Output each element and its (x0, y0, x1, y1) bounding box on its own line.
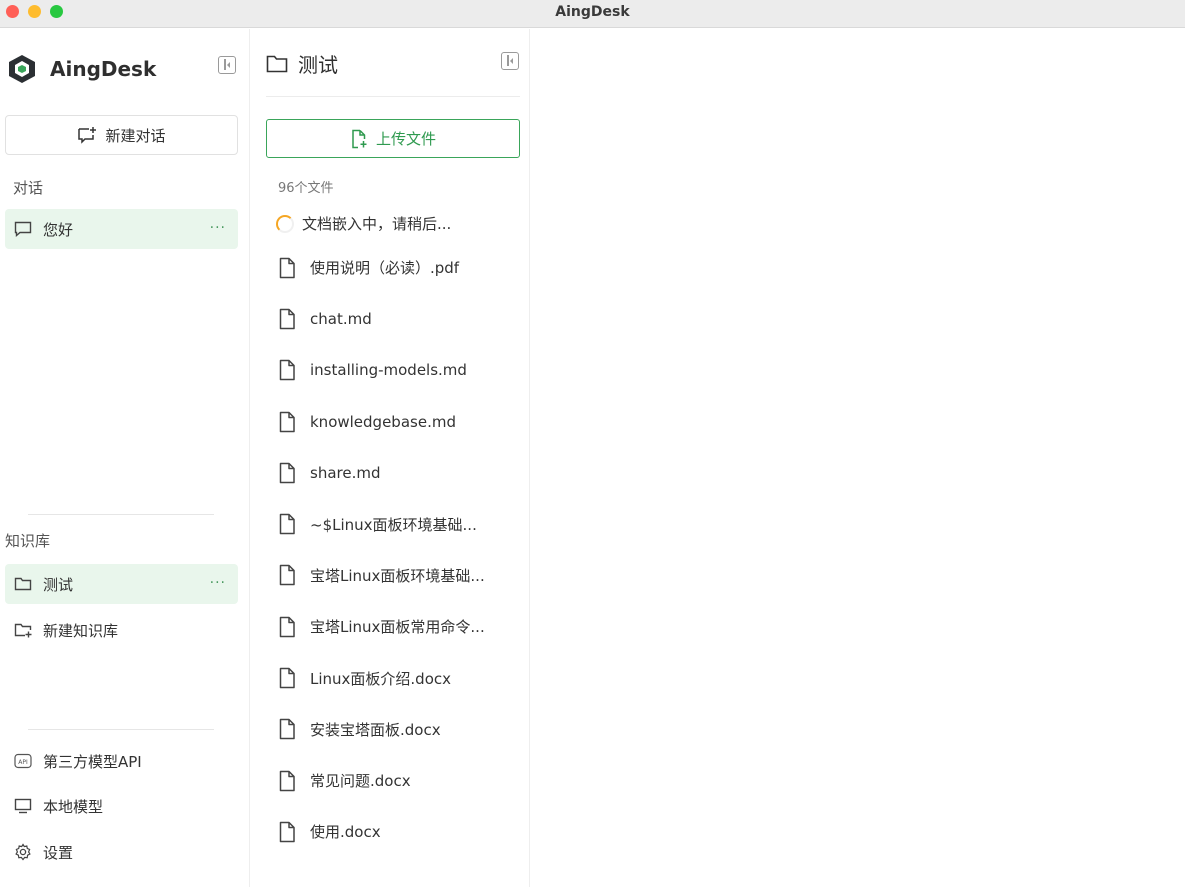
knowledge-base-item[interactable]: 测试 ··· (5, 564, 238, 604)
file-name: ~$Linux面板环境基础... (310, 515, 477, 534)
file-name: 宝塔Linux面板常用命令... (310, 618, 485, 637)
folder-icon (13, 574, 33, 594)
file-item[interactable]: Linux面板介绍.docx (276, 652, 526, 703)
app-window: AingDesk AingDesk 新建对话 对话 您好 ··· 知识库 测试 … (0, 0, 1185, 887)
embedding-status: 文档嵌入中，请稍后... (276, 213, 451, 234)
file-icon (279, 513, 295, 535)
file-item[interactable]: knowledgebase.md (276, 396, 526, 447)
main-content-area (531, 29, 1185, 887)
collapse-file-panel-icon[interactable] (501, 52, 519, 70)
file-icon (279, 565, 295, 586)
file-item[interactable]: share.md (276, 447, 526, 498)
knowledge-section-label: 知识库 (5, 532, 51, 550)
window-title: AingDesk (555, 4, 630, 20)
folder-icon (266, 55, 288, 72)
new-knowledge-base-button[interactable]: 新建知识库 (5, 610, 238, 650)
knowledge-base-label: 测试 (43, 575, 74, 594)
third-party-api-label: 第三方模型API (43, 752, 142, 771)
upload-file-button[interactable]: 上传文件 (266, 119, 520, 158)
file-name: 宝塔Linux面板环境基础... (310, 566, 485, 585)
file-upload-icon (352, 129, 367, 148)
file-item[interactable]: 宝塔Linux面板常用命令... (276, 601, 526, 652)
file-name: share.md (310, 463, 381, 482)
new-chat-label: 新建对话 (105, 126, 166, 145)
svg-text:API: API (18, 759, 28, 766)
file-name: Linux面板介绍.docx (310, 669, 452, 688)
file-item[interactable]: 宝塔Linux面板环境基础... (276, 550, 526, 601)
collapse-sidebar-icon[interactable] (218, 56, 236, 74)
third-party-api-button[interactable]: API 第三方模型API (5, 741, 238, 781)
file-name: 使用说明（必读）.pdf (310, 259, 460, 278)
file-icon (279, 770, 295, 791)
local-model-label: 本地模型 (43, 797, 104, 816)
title-bar: AingDesk (0, 0, 1185, 28)
file-panel-header: 测试 (266, 49, 338, 78)
bottom-divider (28, 729, 214, 730)
chat-bubble-icon (13, 219, 33, 239)
file-item[interactable]: installing-models.md (276, 345, 526, 396)
section-divider (28, 514, 214, 515)
new-chat-icon (78, 127, 97, 144)
sidebar: AingDesk 新建对话 对话 您好 ··· 知识库 测试 ··· 新建知识库… (0, 29, 250, 887)
upload-file-label: 上传文件 (375, 130, 436, 148)
file-list: 使用说明（必读）.pdf chat.md installing-models.md k… (276, 242, 526, 858)
file-panel-divider (266, 96, 520, 97)
knowledge-base-more-button[interactable]: ··· (210, 575, 226, 591)
local-model-button[interactable]: 本地模型 (5, 786, 238, 826)
file-item[interactable]: 使用说明（必读）.pdf (276, 242, 526, 293)
api-icon: API (13, 751, 33, 771)
file-icon (279, 821, 295, 843)
embedding-status-text: 文档嵌入中，请稍后... (302, 215, 452, 233)
file-icon (279, 257, 295, 278)
conversations-section-label: 对话 (13, 179, 44, 197)
file-panel-title: 测试 (298, 53, 338, 77)
file-item[interactable]: chat.md (276, 293, 526, 344)
file-name: 使用.docx (310, 823, 381, 842)
conversation-item[interactable]: 您好 ··· (5, 209, 238, 249)
monitor-icon (13, 796, 33, 816)
file-icon (279, 719, 295, 740)
file-icon (279, 411, 295, 432)
loading-spinner-icon (276, 214, 294, 233)
file-name: chat.md (310, 309, 372, 328)
file-name: 安装宝塔面板.docx (310, 720, 441, 739)
file-icon (279, 616, 295, 637)
file-icon (279, 462, 295, 484)
file-name: knowledgebase.md (310, 412, 456, 431)
file-count: 96个文件 (278, 181, 334, 196)
settings-button[interactable]: 设置 (5, 832, 238, 872)
folder-add-icon (13, 620, 33, 640)
conversation-label: 您好 (43, 220, 74, 239)
file-icon (279, 308, 295, 330)
aingdesk-logo-icon (9, 55, 35, 83)
brand-name: AingDesk (50, 57, 157, 81)
file-icon (279, 359, 295, 381)
gear-icon (13, 842, 33, 862)
file-name: 常见问题.docx (310, 772, 411, 791)
brand: AingDesk (6, 53, 156, 85)
file-item[interactable]: 常见问题.docx (276, 755, 526, 806)
conversation-more-button[interactable]: ··· (210, 220, 226, 236)
file-item[interactable]: 安装宝塔面板.docx (276, 704, 526, 755)
file-icon (279, 667, 295, 689)
file-item[interactable]: ~$Linux面板环境基础... (276, 498, 526, 549)
new-knowledge-base-label: 新建知识库 (43, 621, 119, 640)
file-name: installing-models.md (310, 361, 467, 380)
knowledge-base-file-panel: 测试 上传文件 96个文件 文档嵌入中，请稍后... 使用说明（必读）.pdf c… (251, 29, 530, 887)
settings-label: 设置 (43, 843, 74, 862)
new-chat-button[interactable]: 新建对话 (5, 115, 238, 155)
file-item[interactable]: 使用.docx (276, 806, 526, 857)
